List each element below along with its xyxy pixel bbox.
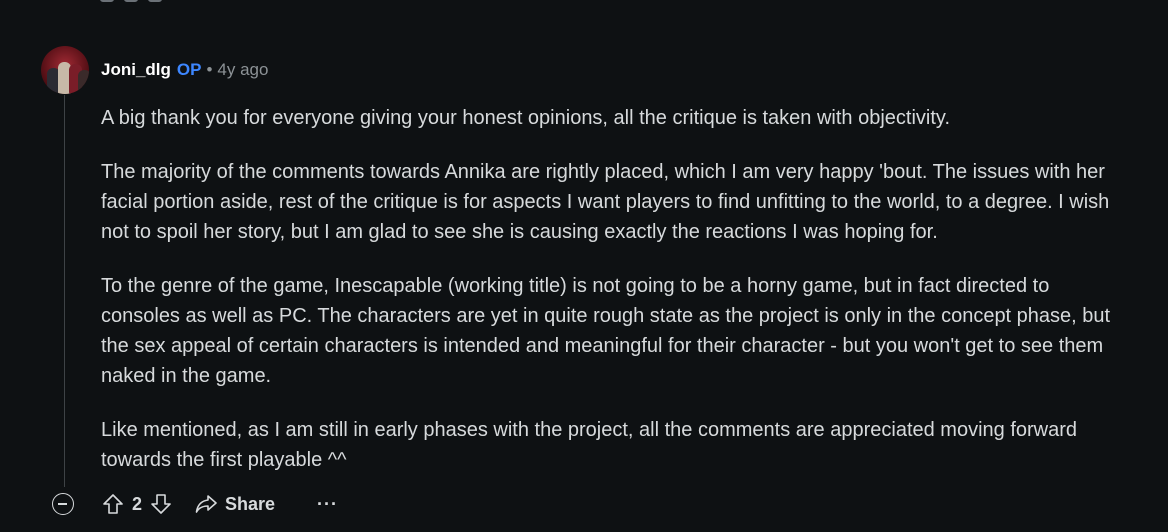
- previous-action-icon: [148, 0, 162, 2]
- username-link[interactable]: Joni_dlg: [101, 60, 171, 80]
- share-label: Share: [225, 493, 276, 514]
- share-arrow-icon: [195, 495, 217, 513]
- collapse-icon[interactable]: [52, 493, 74, 515]
- arrow-up-icon[interactable]: [101, 492, 125, 516]
- comment-body: A big thank you for everyone giving your…: [101, 103, 1131, 499]
- comment-paragraph: A big thank you for everyone giving your…: [101, 107, 950, 129]
- comment-age[interactable]: 4y ago: [217, 60, 268, 80]
- more-dots-icon[interactable]: ···: [317, 495, 338, 513]
- avatar-figure: [78, 70, 89, 94]
- previous-action-icon: [100, 0, 114, 2]
- avatar[interactable]: [41, 46, 89, 94]
- share-button[interactable]: Share: [195, 494, 275, 515]
- separator-dot: •: [206, 60, 213, 79]
- thread-line[interactable]: [64, 95, 65, 487]
- previous-comment-actions-remnant: [100, 0, 162, 2]
- comment-header: Joni_dlg OP • 4y ago: [101, 58, 268, 82]
- comment-paragraph: The majority of the comments towards Ann…: [101, 161, 1110, 243]
- comment-paragraph: Like mentioned, as I am still in early p…: [101, 419, 1078, 471]
- vote-score: 2: [132, 493, 143, 514]
- op-badge: OP: [176, 60, 202, 79]
- arrow-down-icon[interactable]: [149, 492, 173, 516]
- previous-action-icon: [124, 0, 138, 2]
- comment-actions: 2 Share ···: [52, 490, 338, 518]
- comment-paragraph: To the genre of the game, Inescapable (w…: [101, 275, 1111, 387]
